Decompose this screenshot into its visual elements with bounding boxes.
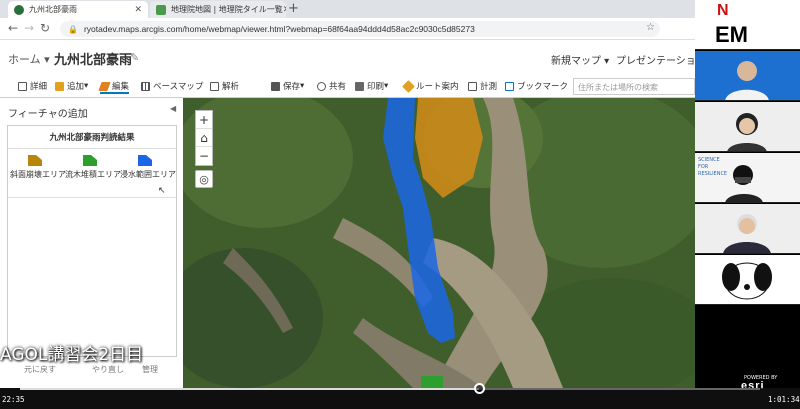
add-button[interactable]: 追加 ▾ [55, 80, 88, 92]
close-tab-icon[interactable]: ✕ [283, 5, 286, 15]
participant-tile: SCIENCE FOR RESILIENCE [695, 153, 800, 203]
total-time: 1:01:34 [768, 395, 800, 404]
bookmark-icon [505, 81, 514, 91]
analysis-icon [210, 81, 219, 91]
analysis-button[interactable]: 解析 [210, 80, 239, 92]
app-header: ホーム ▾ 九州北部豪雨 ✎ 新規マップ ▾ プレゼンテーション [0, 40, 706, 76]
template-label: 流木堆積エリア [65, 170, 121, 179]
undo-button[interactable]: 元に戻す [24, 364, 56, 375]
browser-tab-bar: 九州北部豪雨 ✕ 地理院地図 | 地理院タイル一覧 ✕ + [0, 0, 695, 18]
url-field[interactable]: 🔒 ryotadev.maps.arcgis.com/home/webmap/v… [60, 21, 660, 37]
template-label: 浸水範囲エリア [120, 170, 176, 179]
save-button[interactable]: 保存 ▾ [271, 80, 304, 92]
url-text: ryotadev.maps.arcgis.com/home/webmap/vie… [83, 24, 475, 34]
panel-heading: フィーチャの追加 [8, 109, 88, 120]
edit-title-icon[interactable]: ✎ [130, 51, 139, 64]
participant-avatar [727, 113, 767, 151]
participant-video-strip: N EM SCIENCE FOR RESILIENCE [695, 0, 800, 409]
seek-bar-progress [20, 388, 479, 390]
new-tab-icon[interactable]: + [288, 1, 299, 16]
site-favicon-icon [14, 4, 24, 15]
basemap-icon [141, 81, 150, 91]
reload-icon[interactable]: ↻ [40, 21, 50, 35]
zoom-out-button[interactable]: − [196, 147, 212, 165]
measure-button[interactable]: 計測 [468, 80, 497, 92]
lock-icon: 🔒 [68, 24, 78, 34]
new-map-menu[interactable]: 新規マップ ▾ [551, 52, 609, 67]
basemap-button[interactable]: ベースマップ [141, 80, 203, 92]
bookmark-star-icon[interactable]: ☆ [646, 22, 655, 33]
print-icon [355, 81, 364, 91]
map-toolbar: 詳細 追加 ▾ 編集 ベースマップ 解析 保存 ▾ 共有 印刷 ▾ ルート案内 … [0, 76, 695, 98]
seek-bar[interactable] [20, 383, 760, 394]
share-button[interactable]: 共有 [317, 80, 346, 92]
dog-avatar-icon [722, 262, 772, 300]
feature-template-picker: 九州北部豪雨判読結果 斜面崩壊エリア 流木堆積エリア 浸水範囲エリア ↖ [7, 125, 177, 357]
back-icon[interactable]: ← [8, 21, 18, 35]
map-title: 九州北部豪雨 [54, 53, 133, 68]
template-label: 斜面崩壊エリア [10, 170, 66, 179]
details-icon [18, 81, 27, 91]
gsi-favicon-icon [156, 4, 166, 15]
locate-button[interactable]: ◎ [195, 170, 213, 188]
mouse-cursor-icon: ↖ [158, 186, 166, 196]
participant-tile [695, 255, 800, 305]
directions-button[interactable]: ルート案内 [402, 79, 459, 93]
tab-title: 地理院地図 | 地理院タイル一覧 [171, 5, 283, 14]
participant-tile [695, 102, 800, 152]
home-menu[interactable]: ホーム ▾ [8, 51, 50, 67]
edit-icon [98, 81, 111, 91]
participant-tile [695, 51, 800, 101]
directions-icon [402, 79, 415, 93]
address-bar: ← → ↻ 🔒 ryotadev.maps.arcgis.com/home/we… [0, 18, 695, 40]
bookmarks-button[interactable]: ブックマーク [505, 80, 568, 92]
driftwood-polygon-icon [83, 155, 97, 166]
close-tab-icon[interactable]: ✕ [134, 5, 142, 15]
elapsed-time: 22:35 [2, 395, 25, 404]
manage-button[interactable]: 管理 [142, 364, 158, 375]
participant-avatar [723, 214, 771, 253]
presentation-link[interactable]: プレゼンテーション [616, 52, 706, 67]
tab-title: 九州北部豪雨 [29, 5, 77, 14]
zoom-control: + ⌂ − [195, 110, 213, 166]
map-view[interactable]: + ⌂ − ◎ [183, 98, 695, 388]
participant-tile-logo: N EM [695, 0, 800, 50]
zoom-in-button[interactable]: + [196, 111, 212, 129]
participant-avatar [725, 61, 769, 100]
details-button[interactable]: 詳細 [18, 80, 47, 92]
search-input[interactable]: 住所または場所の検索 [573, 78, 695, 95]
collapse-panel-icon[interactable]: ◀ [170, 104, 176, 113]
edit-button[interactable]: 編集 [98, 80, 130, 94]
landslide-polygon-icon [28, 155, 42, 166]
science-resilience-label: SCIENCE FOR RESILIENCE [698, 157, 728, 177]
forward-icon[interactable]: → [24, 21, 34, 35]
add-icon [55, 81, 64, 91]
browser-tab[interactable]: 地理院地図 | 地理院タイル一覧 ✕ [150, 1, 286, 18]
default-extent-button[interactable]: ⌂ [196, 129, 212, 147]
template-driftwood[interactable]: 流木堆積エリア [63, 149, 121, 199]
flood-polygon-icon [138, 155, 152, 166]
template-row: 斜面崩壊エリア 流木堆積エリア 浸水範囲エリア ↖ [8, 148, 176, 198]
satellite-imagery [183, 98, 695, 388]
measure-icon [468, 81, 477, 91]
print-button[interactable]: 印刷 ▾ [355, 80, 388, 92]
redo-button[interactable]: やり直し [92, 364, 124, 375]
browser-tab-active[interactable]: 九州北部豪雨 ✕ [8, 1, 148, 18]
template-group-title: 九州北部豪雨判読結果 [49, 133, 135, 143]
save-icon [271, 81, 280, 91]
video-player-bar: 22:35 1:01:34 [0, 383, 800, 409]
seek-handle[interactable] [473, 383, 485, 394]
participant-tile [695, 204, 800, 254]
template-landslide[interactable]: 斜面崩壊エリア [8, 149, 66, 199]
share-icon [317, 81, 326, 91]
logo-letter-n: N [717, 2, 729, 19]
video-caption: AGOL講習会2日目 [0, 345, 144, 365]
logo-letters-em: EM [715, 22, 748, 47]
